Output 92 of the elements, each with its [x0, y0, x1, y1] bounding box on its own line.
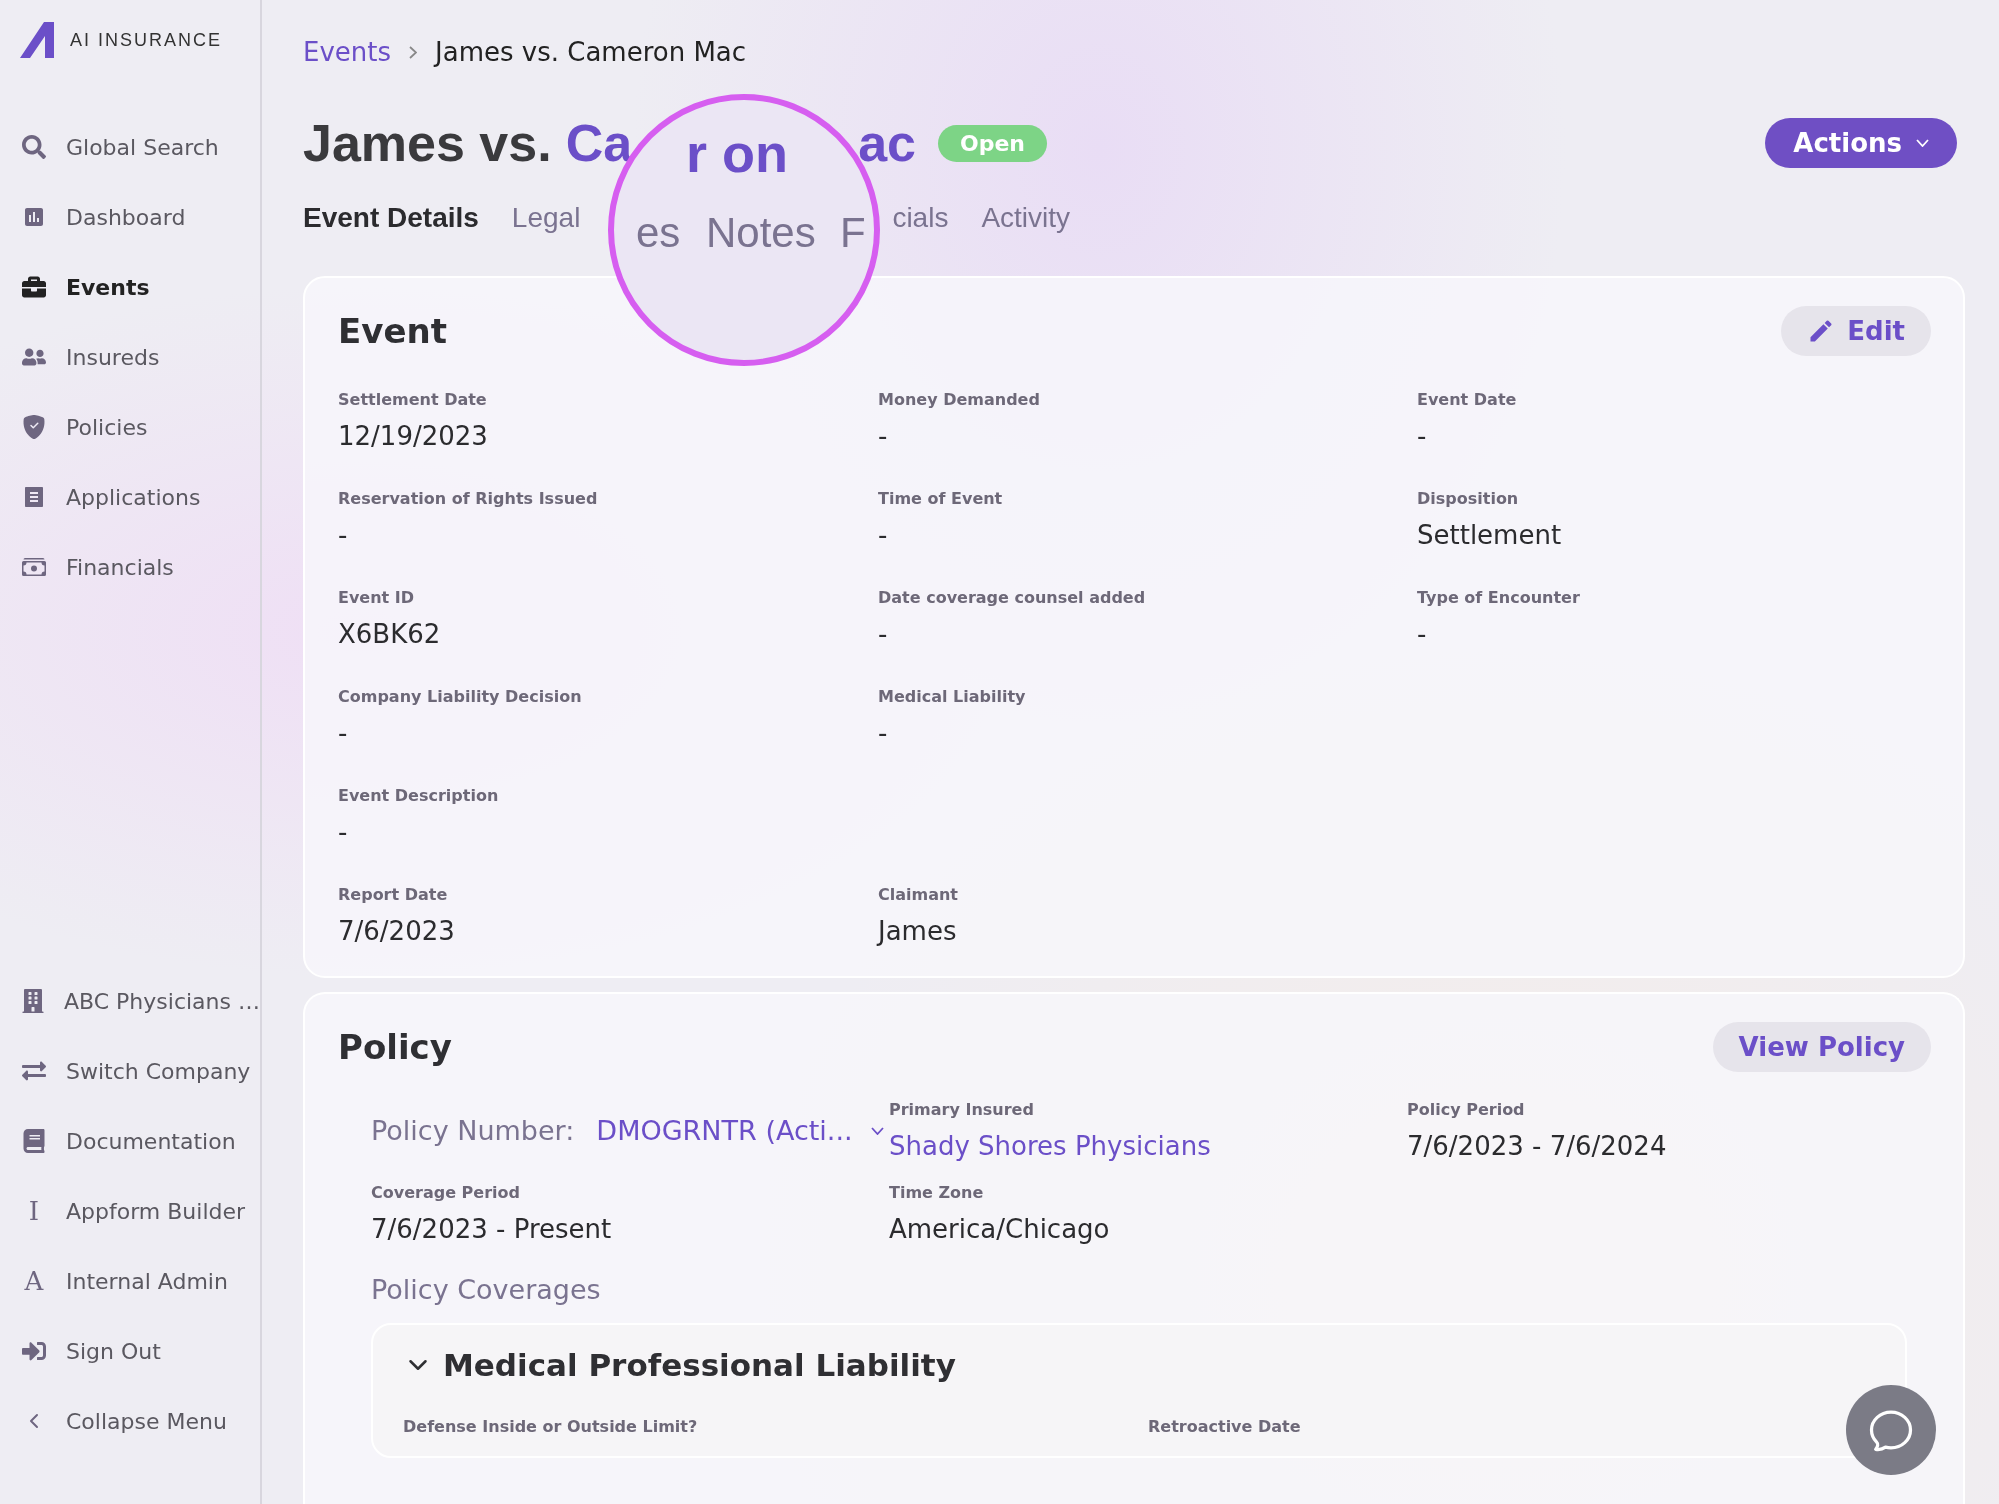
field-label: Claimant: [878, 885, 959, 904]
card-title: Event: [338, 311, 447, 351]
field-value: James: [878, 916, 958, 946]
nav-icon: [22, 205, 46, 229]
letter-icon: A: [20, 1267, 48, 1295]
field-label: Settlement Date: [338, 390, 488, 409]
field-value: 7/6/2023 - Present: [371, 1214, 613, 1244]
sidebar-item[interactable]: Dashboard: [0, 196, 260, 238]
field-value: -: [878, 718, 889, 748]
card-title: Policy: [338, 1027, 452, 1067]
field-label: Disposition: [1417, 489, 1520, 508]
field-label: Reservation of Rights Issued: [338, 489, 599, 508]
field-value: 7/6/2023: [338, 916, 456, 946]
field-value: -: [1417, 619, 1428, 649]
field-label: Report Date: [338, 885, 449, 904]
magnified-tab-label: Notes: [706, 212, 816, 254]
page-title-name: ac: [858, 113, 916, 173]
logo-text: AI INSURANCE: [70, 29, 223, 51]
field-value: X6BK62: [338, 619, 442, 649]
field-label: Time of Event: [878, 489, 1004, 508]
letter-icon: I: [20, 1197, 48, 1225]
actions-button[interactable]: Actions: [1765, 118, 1957, 168]
sidebar-item[interactable]: Financials: [0, 546, 260, 588]
field-value: 7/6/2023 - 7/6/2024: [1407, 1131, 1668, 1161]
status-badge: Open: [938, 124, 1048, 162]
page-title: James vs.: [303, 113, 552, 173]
field-value: America/Chicago: [889, 1214, 1111, 1244]
field-label: Time Zone: [889, 1183, 985, 1202]
nav-icon: [22, 135, 46, 159]
field-label: Date coverage counsel added: [878, 588, 1147, 607]
field-value: -: [878, 619, 889, 649]
sidebar-item[interactable]: ABC Physicians …: [0, 980, 260, 1022]
field-label: Event Date: [1417, 390, 1518, 409]
magnified-tab-label: F: [840, 212, 866, 254]
field-label: Event ID: [338, 588, 416, 607]
policy-number-select[interactable]: DMOGRNTR (Acti...: [596, 1115, 884, 1146]
nav-icon: [22, 415, 46, 439]
insured-link[interactable]: Shady Shores Physicians: [889, 1131, 1407, 1161]
nav-icon: [21, 989, 45, 1013]
field-value: -: [1417, 421, 1428, 451]
caret-icon: [1916, 139, 1929, 147]
field-value: 12/19/2023: [338, 421, 489, 451]
chevron-icon: [409, 45, 418, 59]
sidebar-item[interactable]: Documentation: [0, 1120, 260, 1162]
breadcrumb-link[interactable]: Events: [303, 37, 392, 67]
sidebar-item[interactable]: I Appform Builder: [0, 1190, 260, 1232]
magnified-title: r on: [686, 126, 788, 180]
field-label: Type of Encounter: [1417, 588, 1581, 607]
tab[interactable]: cials: [892, 202, 949, 234]
nav-icon: [22, 275, 46, 299]
field-value: -: [338, 520, 349, 550]
caret-icon: [870, 1126, 884, 1135]
field-value: -: [338, 817, 349, 847]
field-label: Event Description: [338, 786, 500, 805]
nav-icon: [22, 1339, 46, 1363]
nav-icon: [22, 1129, 46, 1153]
breadcrumb-current: James vs. Cameron Mac: [435, 37, 747, 67]
field-label: Company Liability Decision: [338, 687, 583, 706]
logo-icon: [20, 22, 56, 58]
view-policy-button[interactable]: View Policy: [1712, 1022, 1931, 1072]
field-value: -: [878, 520, 889, 550]
page-title-name: Ca: [565, 113, 633, 173]
sidebar-item[interactable]: Sign Out: [0, 1330, 260, 1372]
field-label: Policy Period: [1407, 1100, 1526, 1119]
sidebar-item[interactable]: Collapse Menu: [0, 1400, 260, 1442]
tab[interactable]: Legal: [511, 202, 581, 234]
sidebar-item[interactable]: Insureds: [0, 336, 260, 378]
sidebar-item[interactable]: Policies: [0, 406, 260, 448]
edit-button[interactable]: Edit: [1781, 306, 1931, 356]
field-label: Defense Inside or Outside Limit?: [403, 1417, 699, 1436]
field-value: -: [878, 421, 889, 451]
policy-number-label: Policy Number:: [371, 1115, 575, 1146]
field-label: Coverage Period: [371, 1183, 521, 1202]
sidebar-item[interactable]: A Internal Admin: [0, 1260, 260, 1302]
sidebar-item[interactable]: Global Search: [0, 126, 260, 168]
sidebar-item[interactable]: Switch Company: [0, 1050, 260, 1092]
nav-icon: [22, 1059, 46, 1083]
nav-icon: [22, 485, 46, 509]
field-label: Medical Liability: [878, 687, 1027, 706]
tab[interactable]: Activity: [981, 202, 1071, 234]
tab[interactable]: Event Details: [303, 202, 479, 234]
section-title: Policy Coverages: [370, 1274, 602, 1305]
field-value: -: [338, 718, 349, 748]
sidebar-item[interactable]: Applications: [0, 476, 260, 518]
magnified-tab-label: es: [636, 212, 681, 254]
field-label: Retroactive Date: [1148, 1417, 1302, 1436]
nav-icon: [22, 555, 46, 579]
field-label: Money Demanded: [878, 390, 1041, 409]
coverage-toggle[interactable]: Medical Professional Liability: [403, 1347, 956, 1383]
sidebar-item[interactable]: Events: [0, 266, 260, 308]
field-value: Settlement: [1417, 520, 1563, 550]
field-label: Primary Insured: [889, 1100, 1035, 1119]
